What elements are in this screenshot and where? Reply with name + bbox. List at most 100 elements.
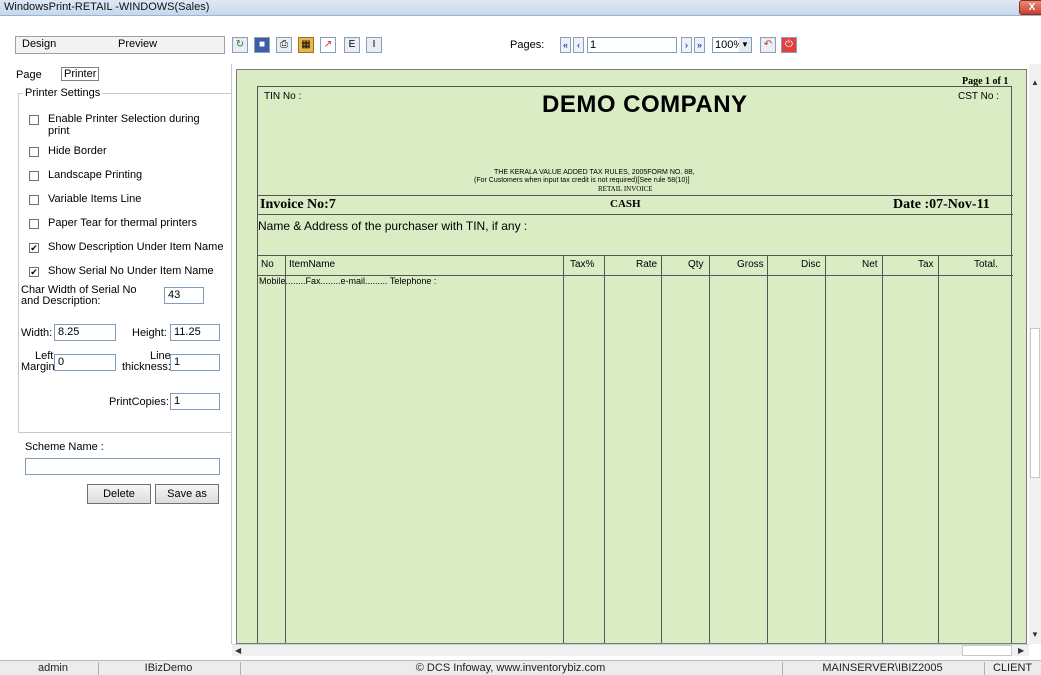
last-page-icon[interactable]: » xyxy=(694,37,705,53)
column-divider xyxy=(661,255,662,643)
divider xyxy=(258,255,1013,256)
scroll-right-icon[interactable]: ▶ xyxy=(1018,646,1024,655)
column-divider xyxy=(825,255,826,643)
pdf-icon[interactable]: ↗ xyxy=(320,37,336,53)
status-copyright: © DCS Infoway, www.inventorybiz.com xyxy=(240,662,780,675)
checkbox-box[interactable] xyxy=(29,195,39,205)
height-input[interactable]: 11.25 xyxy=(170,324,220,341)
column-header-taxpct: Tax% xyxy=(570,259,595,270)
char-width-label-2: and Description: xyxy=(21,295,101,307)
checkbox-box[interactable] xyxy=(29,115,39,125)
export-e-button[interactable]: E xyxy=(344,37,360,53)
company-name: DEMO COMPANY xyxy=(542,91,748,118)
column-header-no: No xyxy=(261,259,274,270)
height-label: Height: xyxy=(132,327,167,339)
column-header-total: Total. xyxy=(974,259,998,270)
settings-panel: Page Printer Printer Settings Enable Pri… xyxy=(15,64,232,644)
zoom-select[interactable]: 100% ▼ xyxy=(712,37,752,53)
print-copies-input[interactable]: 1 xyxy=(170,393,220,410)
scheme-name-input[interactable] xyxy=(25,458,220,475)
scroll-left-icon[interactable]: ◀ xyxy=(235,646,241,655)
invoice-page: Page 1 of 1 TIN No : CST No : DEMO COMPA… xyxy=(236,69,1027,644)
column-divider xyxy=(938,255,939,643)
view-tabs: Design Preview xyxy=(15,36,225,54)
save-as-button[interactable]: Save as xyxy=(155,484,219,504)
payment-mode: CASH xyxy=(610,198,641,210)
width-label: Width: xyxy=(21,327,53,339)
checkmark-icon[interactable]: ✔ xyxy=(29,267,39,277)
checkbox-box[interactable] xyxy=(29,219,39,229)
status-bar: admin IBizDemo © DCS Infoway, www.invent… xyxy=(0,660,1041,675)
tab-design[interactable]: Design xyxy=(22,38,56,50)
first-page-icon[interactable]: « xyxy=(560,37,571,53)
scroll-thumb[interactable] xyxy=(1030,328,1040,478)
export-i-button[interactable]: I xyxy=(366,37,382,53)
tab-printer[interactable]: Printer xyxy=(61,67,100,81)
column-header-tax: Tax xyxy=(918,259,934,270)
column-header-gross: Gross xyxy=(737,259,764,270)
divider xyxy=(258,195,1013,196)
tax-rule-line-1: THE KERALA VALUE ADDED TAX RULES, 2005FO… xyxy=(494,169,695,176)
prev-page-icon[interactable]: ‹ xyxy=(573,37,584,53)
scheme-name-label: Scheme Name : xyxy=(25,441,104,453)
pages-label: Pages: xyxy=(510,39,545,51)
column-divider xyxy=(882,255,883,643)
left-margin-input[interactable]: 0 xyxy=(54,354,116,371)
column-divider xyxy=(709,255,710,643)
column-header-net: Net xyxy=(862,259,878,270)
invoice-frame: TIN No : CST No : DEMO COMPANY THE KERAL… xyxy=(257,86,1013,643)
scroll-thumb[interactable] xyxy=(962,645,1012,656)
grid-icon[interactable]: ▦ xyxy=(298,37,314,53)
checkbox-box[interactable] xyxy=(29,147,39,157)
page-number-input[interactable]: 1 xyxy=(587,37,677,53)
status-mode: CLIENT xyxy=(984,662,1041,675)
print-preview-area: Page 1 of 1 TIN No : CST No : DEMO COMPA… xyxy=(232,64,1029,644)
left-margin-label-2: Margin: xyxy=(21,361,58,373)
printer-settings-group: Printer Settings Enable Printer Selectio… xyxy=(18,87,232,433)
window-title: WindowsPrint-RETAIL -WINDOWS(Sales) xyxy=(4,1,210,13)
delete-button[interactable]: Delete xyxy=(87,484,151,504)
save-icon[interactable]: ■ xyxy=(254,37,270,53)
purchaser-label: Name & Address of the purchaser with TIN… xyxy=(258,219,528,233)
invoice-date: Date :07-Nov-11 xyxy=(893,197,990,212)
column-header-disc: Disc xyxy=(801,259,821,270)
contact-line: Mobile........Fax........e-mail.........… xyxy=(259,276,437,286)
column-header-qty: Qty xyxy=(688,259,704,270)
tab-preview[interactable]: Preview xyxy=(118,38,157,50)
width-input[interactable]: 8.25 xyxy=(54,324,116,341)
column-divider xyxy=(604,255,605,643)
column-header-rate: Rate xyxy=(636,259,658,270)
tin-no: TIN No : xyxy=(264,91,302,102)
scroll-down-icon[interactable]: ▼ xyxy=(1031,630,1039,639)
tab-page[interactable]: Page xyxy=(16,69,42,81)
scroll-up-icon[interactable]: ▲ xyxy=(1031,78,1039,87)
column-divider xyxy=(285,255,286,643)
vertical-scrollbar[interactable]: ▲ ▼ xyxy=(1029,64,1041,644)
line-thickness-label-2: thickness: xyxy=(122,361,171,373)
close-button[interactable]: X xyxy=(1019,0,1041,15)
status-server: MAINSERVER\IBIZ2005 xyxy=(782,662,982,675)
chevron-down-icon[interactable]: ▼ xyxy=(739,38,751,52)
column-divider xyxy=(563,255,564,643)
refresh-icon[interactable]: ↻ xyxy=(232,37,248,53)
title-bar: WindowsPrint-RETAIL -WINDOWS(Sales) X xyxy=(0,0,1041,16)
print-copies-label: PrintCopies: xyxy=(109,396,169,408)
invoice-number: Invoice No:7 xyxy=(260,197,336,212)
retail-invoice-label: RETAIL INVOICE xyxy=(598,185,653,193)
divider xyxy=(258,214,1013,215)
horizontal-scrollbar[interactable]: ◀ ▶ xyxy=(232,644,1029,656)
checkbox-box[interactable] xyxy=(29,171,39,181)
line-thickness-input[interactable]: 1 xyxy=(170,354,220,371)
char-width-input[interactable]: 43 xyxy=(164,287,204,304)
power-icon[interactable]: ⏻ xyxy=(781,37,797,53)
cst-no: CST No : xyxy=(958,91,999,102)
status-user: admin xyxy=(38,662,68,674)
column-divider xyxy=(767,255,768,643)
checkmark-icon[interactable]: ✔ xyxy=(29,243,39,253)
column-header-item: ItemName xyxy=(289,259,336,270)
undo-icon[interactable]: ↶ xyxy=(760,37,776,53)
status-company: IBizDemo xyxy=(98,662,238,675)
group-title: Printer Settings xyxy=(23,87,103,99)
print-icon[interactable]: ⎙ xyxy=(276,37,292,53)
next-page-icon[interactable]: › xyxy=(681,37,692,53)
